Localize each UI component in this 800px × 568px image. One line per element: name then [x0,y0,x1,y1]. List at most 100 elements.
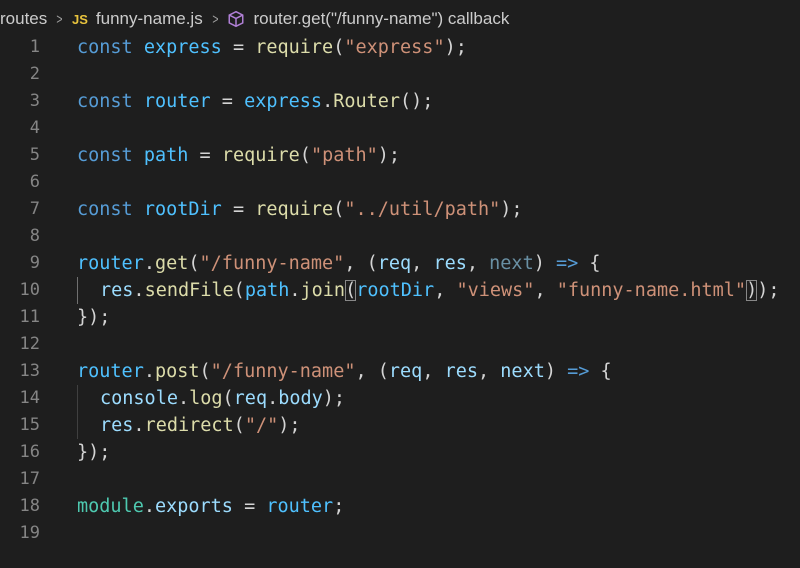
method-cube-icon [228,10,244,28]
code-token: res [100,415,134,436]
code-line[interactable]: 14 console.log(req.body); [0,385,800,412]
code-token: (); [400,91,434,112]
code-token: , [534,280,557,301]
code-token: ( [299,145,311,166]
line-number: 5 [29,145,40,165]
code-token: ); [500,199,523,220]
line-content: const router = express.Router(); [77,88,433,115]
code-line[interactable]: 6 [0,169,800,196]
code-line[interactable]: 11}); [0,304,800,331]
code-token: ) [533,253,556,274]
code-token: , ( [344,253,378,274]
code-token: module [77,496,144,517]
code-token: ( [188,253,200,274]
breadcrumb: routes > JS funny-name.js > router.get("… [0,0,800,38]
breadcrumb-symbol-label: router.get("/funny-name") callback [253,9,510,28]
code-line[interactable]: 13 router.post("/funny-name", (req, res, … [0,358,800,385]
code-token: "express" [344,37,445,58]
code-token: express [143,37,222,58]
code-line[interactable]: 8 [0,223,800,250]
code-token: "../util/path" [344,199,501,220]
code-line[interactable]: 5 const path = require("path"); [0,142,800,169]
code-token: ( [233,415,245,436]
line-content: console.log(req.body); [77,385,345,412]
code-token: = [221,199,256,220]
code-token: rootDir [143,199,222,220]
code-token: console [100,388,178,409]
code-token: ); [377,145,401,166]
code-line[interactable]: 9 router.get("/funny-name", (req, res, ne… [0,250,800,277]
code-token: ) [544,361,568,382]
code-line[interactable]: 17 [0,466,800,493]
code-line[interactable]: 12 [0,331,800,358]
line-number: 16 [19,442,40,462]
code-token: }); [77,307,111,328]
code-line[interactable]: 10 res.sendFile(path.join(rootDir, "views… [0,277,800,304]
line-number: 3 [29,91,40,111]
line-content: res.sendFile(path.join(rootDir, "views",… [77,277,780,304]
indent-guide [77,385,100,412]
code-token: . [143,496,155,517]
code-token: router [143,91,211,112]
code-token: body [278,388,323,409]
code-token: router [77,361,144,382]
line-content: router.get("/funny-name", (req, res, nex… [77,250,601,277]
breadcrumb-file[interactable]: JS funny-name.js [72,9,203,29]
code-token: join [300,280,346,301]
code-token: ); [278,415,301,436]
indent-guide [77,277,100,304]
code-editor[interactable]: routes > JS funny-name.js > router.get("… [0,0,800,568]
code-token: = [188,145,222,166]
code-token: { [578,253,601,274]
code-line[interactable]: 4 [0,115,800,142]
code-token: "/funny-name" [210,361,356,382]
code-token: = [210,91,245,112]
code-token: , [422,361,445,382]
code-line[interactable]: 15 res.redirect("/"); [0,412,800,439]
code-token: res [100,280,134,301]
code-line[interactable]: 2 [0,61,800,88]
line-number: 12 [19,334,40,354]
code-token: require [221,145,300,166]
code-line[interactable]: 16}); [0,439,800,466]
code-token: "views" [456,280,535,301]
code-token: . [143,253,155,274]
code-token: ( [233,280,245,301]
code-line[interactable]: 7 const rootDir = require("../util/path")… [0,196,800,223]
code-token: => [567,361,590,382]
code-line[interactable]: 3 const router = express.Router(); [0,88,800,115]
code-token: router [77,253,144,274]
code-line[interactable]: 19 [0,520,800,547]
code-token: req [388,361,423,382]
line-content: router.post("/funny-name", (req, res, ne… [77,358,612,385]
code-token: ( [199,361,211,382]
code-token: ; [333,496,345,517]
code-line[interactable]: 18 module.exports = router; [0,493,800,520]
code-token: "/funny-name" [199,253,345,274]
code-area[interactable]: 1 const express = require("express"); 2 3 co… [0,34,800,547]
code-line[interactable]: 1 const express = require("express"); [0,34,800,61]
code-token: exports [154,496,233,517]
code-token: require [255,199,334,220]
line-number: 10 [19,280,40,300]
code-token: const [77,91,133,112]
code-token: ); [757,280,780,301]
code-token: , [478,361,501,382]
line-number: 13 [19,361,40,381]
line-number: 15 [19,415,40,435]
code-token: res [444,361,479,382]
breadcrumb-folder[interactable]: routes [0,9,47,29]
code-token: next [489,253,534,274]
code-token: , ( [355,361,389,382]
code-token: => [556,253,579,274]
code-token: = [221,37,256,58]
matching-bracket: ( [345,280,357,301]
code-token: . [143,361,155,382]
javascript-file-icon: JS [72,11,88,27]
code-token: const [77,37,133,58]
indent-guide [77,412,100,439]
